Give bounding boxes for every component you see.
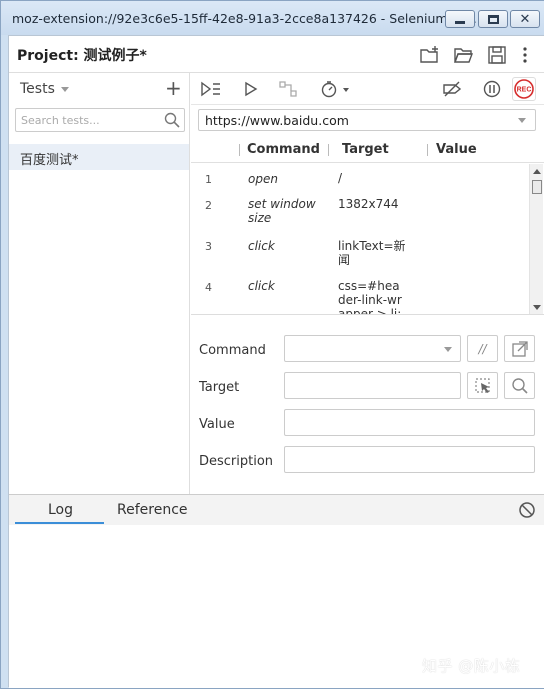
- new-project-icon[interactable]: [418, 44, 440, 66]
- search-icon: [511, 377, 528, 394]
- disable-breakpoints-icon[interactable]: [441, 79, 463, 99]
- column-command: Command: [247, 142, 320, 157]
- pause-icon[interactable]: [481, 79, 503, 99]
- table-row[interactable]: 3 click linkText=新闻: [191, 232, 529, 272]
- run-icon[interactable]: [240, 79, 262, 99]
- description-label: Description: [199, 454, 274, 469]
- value-input[interactable]: [284, 409, 535, 436]
- find-target-button[interactable]: [504, 372, 535, 399]
- target-input[interactable]: [284, 372, 461, 399]
- window-title: moz-extension://92e3c6e5-15ff-42e8-91a3-…: [12, 11, 477, 26]
- active-tab-indicator: [15, 522, 104, 524]
- browser-window: moz-extension://92e3c6e5-15ff-42e8-91a3-…: [0, 0, 544, 689]
- window-titlebar[interactable]: moz-extension://92e3c6e5-15ff-42e8-91a3-…: [1, 1, 544, 35]
- row-command: click: [248, 239, 275, 253]
- close-button[interactable]: ✕: [510, 10, 540, 28]
- chevron-down-icon: [518, 118, 526, 123]
- step-icon[interactable]: [277, 79, 299, 99]
- project-name[interactable]: 测试例子*: [84, 48, 147, 64]
- row-command: set window size: [248, 197, 316, 225]
- record-icon: REC: [514, 79, 534, 99]
- table-row[interactable]: 2 set window size 1382x744: [191, 191, 529, 232]
- close-icon: ✕: [519, 11, 531, 27]
- minimize-icon: [455, 20, 465, 24]
- select-target-button[interactable]: [467, 372, 498, 399]
- column-separator: [239, 144, 240, 156]
- open-reference-button[interactable]: [504, 335, 535, 362]
- row-index: 4: [205, 281, 212, 294]
- project-label: Project:: [17, 48, 79, 64]
- description-input[interactable]: [284, 446, 535, 473]
- add-test-button[interactable]: +: [165, 76, 182, 100]
- value-label: Value: [199, 417, 235, 432]
- command-table-header: Command Target Value: [191, 135, 544, 163]
- command-editor: Command // Target Value Description: [191, 314, 544, 494]
- minimize-button[interactable]: [445, 10, 475, 28]
- row-target: css=#header-link-wrapper > li:nt: [338, 279, 402, 314]
- command-select[interactable]: [284, 335, 461, 362]
- base-url-value: https://www.baidu.com: [205, 113, 349, 128]
- comment-button[interactable]: //: [467, 335, 498, 362]
- table-row[interactable]: 4 click css=#header-link-wrapper > li:nt: [191, 272, 529, 314]
- save-icon[interactable]: [486, 44, 508, 66]
- selenium-ide-app: Project: 测试例子* Tests + Search tests... 百…: [8, 35, 544, 688]
- column-separator: [427, 144, 428, 156]
- clear-log-icon[interactable]: [518, 501, 536, 519]
- column-separator: [328, 144, 329, 156]
- maximize-button[interactable]: [478, 10, 508, 28]
- select-target-icon: [474, 377, 490, 393]
- project-title: Project: 测试例子*: [17, 45, 147, 65]
- open-folder-icon[interactable]: [452, 44, 474, 66]
- row-target: /: [338, 171, 343, 185]
- search-placeholder: Search tests...: [21, 114, 100, 127]
- tab-reference[interactable]: Reference: [117, 502, 188, 518]
- row-target: 1382x744: [338, 197, 399, 211]
- project-header: Project: 测试例子*: [9, 36, 544, 73]
- speed-icon[interactable]: [319, 79, 353, 99]
- scroll-up-icon[interactable]: [533, 169, 541, 174]
- search-tests-input[interactable]: Search tests...: [15, 108, 185, 132]
- bottom-tabs: Log Reference: [9, 495, 544, 525]
- test-item[interactable]: 百度测试*: [9, 144, 189, 170]
- column-target: Target: [342, 142, 389, 157]
- row-index: 1: [205, 173, 212, 186]
- row-target: linkText=新闻: [338, 239, 406, 267]
- tests-dropdown[interactable]: Tests: [20, 81, 69, 97]
- row-index: 2: [205, 199, 212, 212]
- tests-sidebar: Tests + Search tests... 百度测试*: [9, 73, 190, 494]
- search-icon: [164, 112, 180, 128]
- record-button[interactable]: REC: [512, 77, 536, 101]
- row-command: click: [248, 279, 275, 293]
- target-label: Target: [199, 380, 240, 395]
- tab-log[interactable]: Log: [48, 502, 73, 518]
- command-table-body: 1 open / 2 set window size 1382x744 3 cl…: [191, 164, 529, 314]
- column-value: Value: [436, 142, 477, 157]
- command-label: Command: [199, 343, 266, 358]
- chevron-down-icon: [60, 86, 69, 92]
- table-scrollbar[interactable]: [529, 164, 543, 314]
- svg-text:REC: REC: [517, 87, 532, 94]
- watermark: 知乎 @陈小栋: [422, 657, 521, 675]
- table-row[interactable]: 1 open /: [191, 164, 529, 191]
- comment-label: //: [478, 341, 487, 356]
- scroll-down-icon[interactable]: [533, 305, 541, 310]
- row-command: open: [248, 172, 278, 186]
- base-url-select[interactable]: https://www.baidu.com: [198, 109, 536, 131]
- run-all-icon[interactable]: [200, 79, 222, 99]
- scrollbar-thumb[interactable]: [532, 180, 542, 194]
- tests-title: Tests: [20, 81, 55, 97]
- playback-toolbar: REC: [191, 73, 544, 105]
- external-link-icon: [511, 340, 528, 357]
- row-index: 3: [205, 240, 212, 253]
- more-vertical-icon[interactable]: [514, 44, 536, 66]
- chevron-down-icon: [444, 347, 452, 352]
- maximize-icon: [487, 14, 499, 24]
- test-editor-panel: REC https://www.baidu.com Command Target…: [191, 73, 544, 494]
